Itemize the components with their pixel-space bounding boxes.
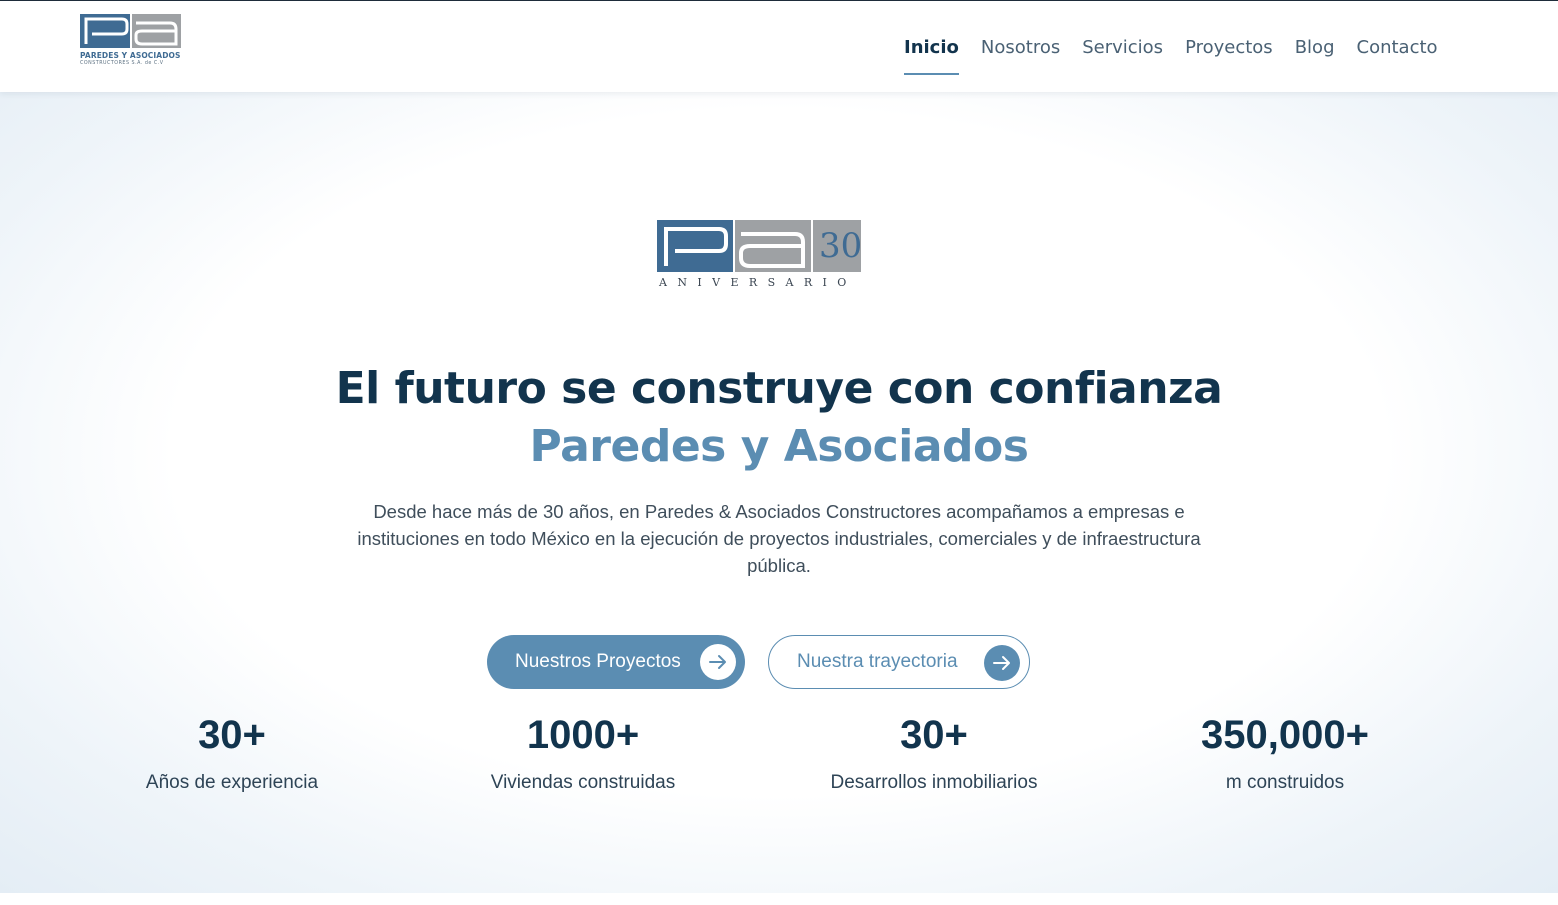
hero-title: El futuro se construye con confianza <box>335 363 1223 414</box>
stat-label: Viviendas construidas <box>490 772 676 793</box>
brand-name: PAREDES Y ASOCIADOS <box>80 51 181 60</box>
anniversary-word: ANIVERSARIO <box>659 276 857 289</box>
hero-heading: El futuro se construye con confianza Par… <box>0 360 1558 476</box>
logo-a-block <box>132 14 181 48</box>
hero-description: Desde hace más de 30 años, en Paredes & … <box>357 501 1201 576</box>
stat-label: Desarrollos inmobiliarios <box>830 772 1038 793</box>
site-header: PAREDES Y ASOCIADOS CONSTRUCTORES S.A. d… <box>0 1 1558 92</box>
primary-button-label: Nuestros Proyectos <box>515 651 681 672</box>
main-nav: Inicio Nosotros Servicios Proyectos Blog… <box>904 35 1438 75</box>
pa-logo-mark <box>80 14 182 48</box>
stat-value: 30+ <box>900 713 968 757</box>
brand-subtitle: CONSTRUCTORES S.A. de C.V <box>80 61 164 66</box>
nuestra-trayectoria-button[interactable]: Nuestra trayectoria <box>768 635 1030 689</box>
stat-label: m construidos <box>1225 772 1345 793</box>
anniversary-number: 30 <box>813 220 862 272</box>
nav-inicio[interactable]: Inicio <box>904 35 959 75</box>
stat-years: 30+ Años de experiencia <box>82 710 382 796</box>
arrow-right-icon <box>700 644 736 680</box>
stat-value: 30+ <box>198 713 266 757</box>
anniversary-logo-p <box>657 220 733 272</box>
nav-servicios[interactable]: Servicios <box>1082 35 1163 61</box>
nav-blog[interactable]: Blog <box>1295 35 1335 61</box>
nav-nosotros[interactable]: Nosotros <box>981 35 1060 61</box>
anniversary-logo: 30 ANIVERSARIO <box>657 220 862 292</box>
hero-subtitle: Paredes y Asociados <box>529 421 1029 472</box>
stat-homes: 1000+ Viviendas construidas <box>433 710 733 796</box>
nav-proyectos[interactable]: Proyectos <box>1185 35 1273 61</box>
nav-contacto[interactable]: Contacto <box>1357 35 1438 61</box>
anniversary-logo-a <box>735 220 811 272</box>
stat-label: Años de experiencia <box>145 772 319 793</box>
stat-value: 350,000+ <box>1201 713 1369 757</box>
logo-p-block <box>80 14 130 48</box>
stat-developments: 30+ Desarrollos inmobiliarios <box>784 710 1084 796</box>
brand-logo[interactable]: PAREDES Y ASOCIADOS CONSTRUCTORES S.A. d… <box>80 14 182 74</box>
arrow-right-icon <box>984 645 1020 681</box>
stat-square-meters: 350,000+ m construidos <box>1135 710 1435 796</box>
nuestros-proyectos-button[interactable]: Nuestros Proyectos <box>487 635 745 689</box>
section-divider <box>0 893 1558 905</box>
stat-value: 1000+ <box>526 713 640 757</box>
secondary-button-label: Nuestra trayectoria <box>797 651 958 672</box>
